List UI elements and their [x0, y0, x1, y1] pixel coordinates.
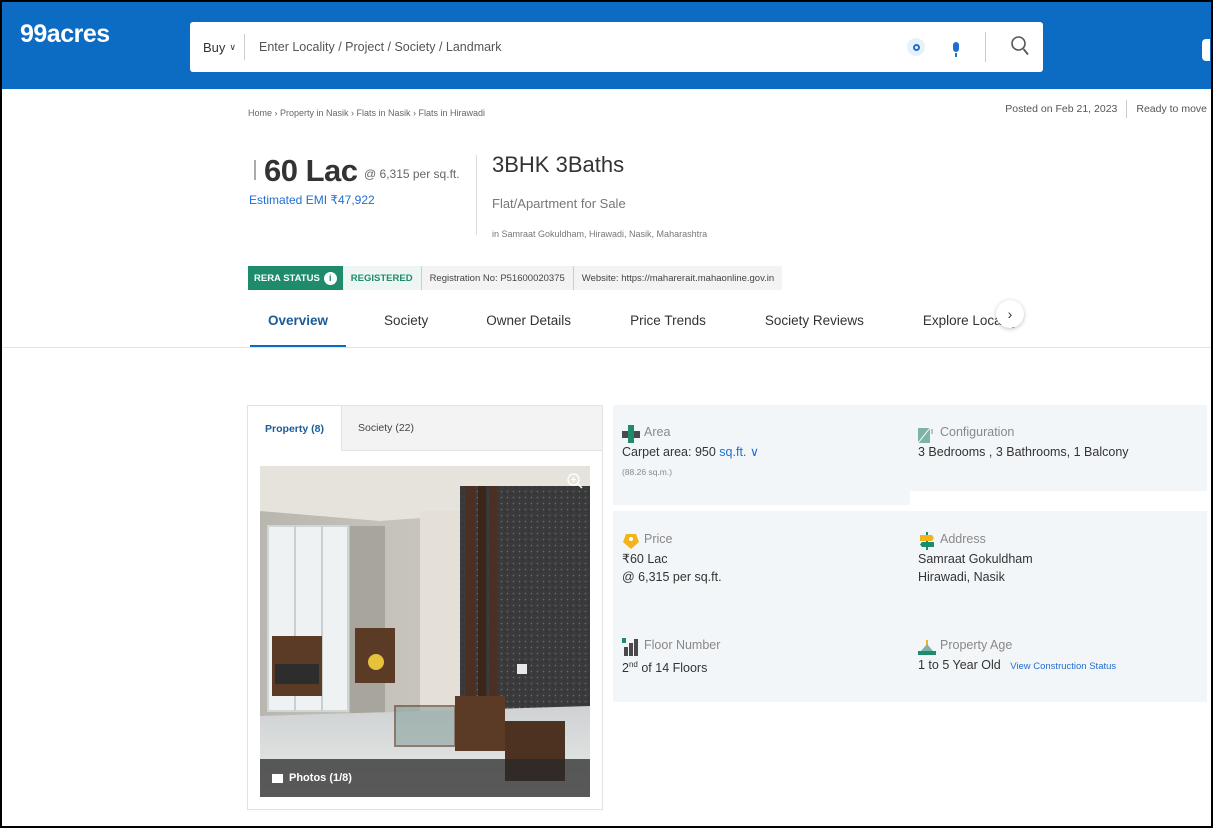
tab-overview[interactable]: Overview	[250, 303, 346, 347]
price-label: Price	[644, 532, 673, 546]
room-photo-image	[260, 466, 590, 797]
rupee-icon	[254, 160, 256, 180]
gallery-tabs: Property (8) Society (22)	[248, 406, 602, 451]
chevron-down-icon: ∨	[749, 445, 760, 459]
floor-suffix: nd	[628, 660, 638, 669]
microphone-icon[interactable]	[947, 37, 965, 57]
property-age-value: 1 to 5 Year Old View Construction Status	[918, 656, 1116, 676]
info-icon[interactable]: i	[323, 271, 337, 285]
construction-status-link[interactable]: View Construction Status	[1010, 661, 1116, 672]
gallery-card: Property (8) Society (22) Photos (1/8)	[247, 405, 603, 810]
tab-society-reviews[interactable]: Society Reviews	[765, 303, 864, 347]
search-bar: Buy ∨	[190, 22, 1043, 72]
price-tag-icon	[623, 534, 639, 549]
panel-gap-2	[613, 505, 1207, 511]
address-value: Samraat Gokuldham Hirawadi, Nasik	[918, 550, 1033, 586]
site-logo[interactable]: 99acres	[20, 20, 110, 49]
image-icon	[272, 773, 283, 783]
chevron-down-icon: ∨	[229, 41, 236, 52]
price-per-sqft: @ 6,315 per sq.ft.	[364, 167, 460, 181]
listing-title: 3BHK 3Baths	[492, 152, 625, 177]
price-value: ₹60 Lac	[622, 552, 668, 566]
rera-row: RERA STATUS i REGISTERED Registration No…	[248, 266, 783, 290]
photos-count: Photos (1/8)	[289, 772, 352, 784]
estimated-emi-link[interactable]: Estimated EMI ₹47,922	[249, 193, 375, 207]
tab-owner-details[interactable]: Owner Details	[486, 303, 571, 347]
floor-value: 2nd of 14 Floors	[622, 656, 720, 677]
address-line-1: Samraat Gokuldham	[918, 552, 1033, 566]
top-header: 99acres Buy ∨	[2, 2, 1211, 89]
posted-date: Posted on Feb 21, 2023	[1005, 103, 1118, 115]
area-unit: sq.ft.	[719, 445, 747, 459]
rera-website[interactable]: Website: https://maharerait.mahaonline.g…	[572, 266, 783, 290]
tabs-next-button[interactable]: ›	[996, 300, 1024, 328]
property-age-text: 1 to 5 Year Old	[918, 658, 1001, 672]
signpost-icon	[920, 532, 934, 550]
search-icon[interactable]	[1010, 35, 1030, 57]
rera-badge-label: RERA STATUS	[254, 272, 320, 284]
configuration-label: Configuration	[940, 425, 1015, 439]
listing-price: 60 Lac	[264, 153, 358, 188]
header-divider	[476, 155, 477, 235]
address-label: Address	[940, 532, 986, 546]
zoom-icon[interactable]	[566, 472, 584, 490]
detail-property-age: Property Age 1 to 5 Year Old View Constr…	[918, 638, 1116, 676]
tab-society[interactable]: Society	[384, 303, 428, 347]
area-value: Carpet area: 950 sq.ft. ∨	[622, 443, 759, 461]
listing-locality: in Samraat Gokuldham, Hirawadi, Nasik, M…	[492, 229, 708, 239]
search-input[interactable]	[259, 40, 859, 54]
carpet-area-text: Carpet area: 950	[622, 445, 716, 459]
posted-info: Posted on Feb 21, 2023 Ready to move	[1005, 100, 1207, 118]
search-divider-2	[985, 32, 986, 62]
rera-registered-status: REGISTERED	[342, 266, 421, 290]
section-tabs: Overview Society Owner Details Price Tre…	[250, 303, 1018, 347]
possession-status: Ready to move	[1136, 103, 1207, 115]
area-sqm: (88.26 sq.m.)	[622, 467, 673, 477]
rera-registration-number: Registration No: P51600020375	[420, 266, 573, 290]
floor-number: 2	[622, 661, 629, 676]
property-age-icon	[918, 640, 936, 655]
tab-price-trends[interactable]: Price Trends	[630, 303, 706, 347]
buy-label: Buy	[203, 39, 226, 55]
price-per-sqft-detail: @ 6,315 per sq.ft.	[622, 570, 722, 584]
address-line-2: Hirawadi, Nasik	[918, 570, 1005, 584]
price-value-group: ₹60 Lac @ 6,315 per sq.ft.	[622, 550, 722, 586]
search-divider	[244, 34, 245, 60]
property-age-label: Property Age	[940, 638, 1013, 652]
area-unit-dropdown[interactable]: sq.ft. ∨	[719, 445, 759, 459]
breadcrumb[interactable]: Home › Property in Nasik › Flats in Nasi…	[248, 108, 485, 118]
property-details-panel: Area Carpet area: 950 sq.ft. ∨ (88.26 sq…	[613, 405, 1207, 702]
buy-dropdown[interactable]: Buy ∨	[190, 22, 236, 72]
detail-price: Price ₹60 Lac @ 6,315 per sq.ft.	[622, 532, 722, 586]
rera-status-badge: RERA STATUS i	[248, 266, 343, 290]
floor-icon	[622, 638, 638, 656]
floor-label: Floor Number	[644, 638, 721, 652]
area-icon	[622, 425, 640, 443]
detail-floor: Floor Number 2nd of 14 Floors	[622, 638, 720, 677]
detail-address: Address Samraat Gokuldham Hirawadi, Nasi…	[918, 532, 1033, 586]
location-icon[interactable]	[907, 38, 925, 56]
posted-divider	[1126, 100, 1128, 118]
detail-area: Area Carpet area: 950 sq.ft. ∨ (88.26 sq…	[622, 425, 759, 477]
floor-total: of 14 Floors	[641, 661, 708, 676]
photos-count-bar[interactable]: Photos (1/8)	[260, 759, 590, 797]
configuration-icon	[918, 427, 933, 443]
tabs-divider	[2, 347, 1211, 348]
gallery-tab-society[interactable]: Society (22)	[341, 406, 602, 451]
area-label: Area	[644, 425, 671, 439]
detail-configuration: Configuration 3 Bedrooms , 3 Bathrooms, …	[918, 425, 1129, 461]
header-edge-control[interactable]	[1202, 39, 1210, 61]
listing-subtitle: Flat/Apartment for Sale	[492, 196, 626, 211]
configuration-value: 3 Bedrooms , 3 Bathrooms, 1 Balcony	[918, 445, 1129, 459]
property-photo[interactable]: Photos (1/8)	[260, 466, 590, 797]
gallery-tab-property[interactable]: Property (8)	[248, 406, 341, 451]
